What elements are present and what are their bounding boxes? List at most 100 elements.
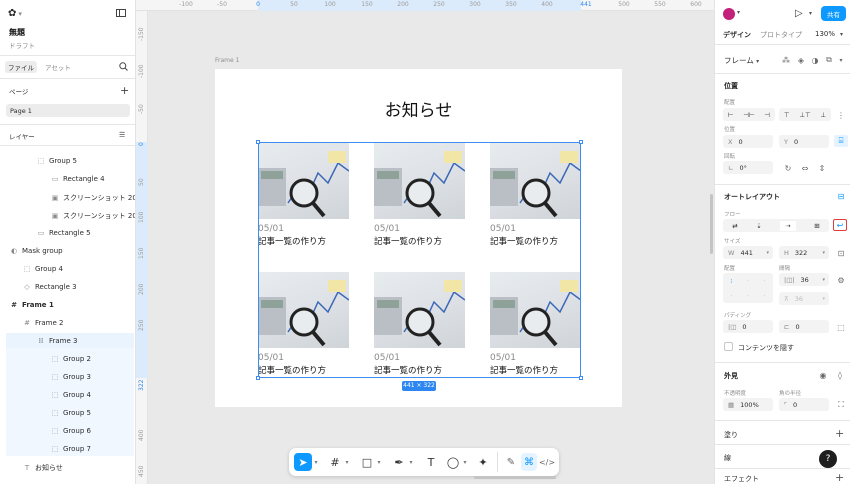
- frame-tool-icon[interactable]: #: [327, 453, 343, 471]
- vertical-scrollbar[interactable]: [710, 194, 713, 254]
- component-icon[interactable]: ⁂: [779, 54, 793, 66]
- resize-handle[interactable]: [579, 376, 583, 380]
- wrap-icon[interactable]: ↩: [833, 219, 847, 231]
- horizontal-align-group[interactable]: ⊢ ⊣⊢ ⊣: [723, 108, 775, 121]
- y-field[interactable]: Y0: [779, 135, 829, 148]
- flip-vertical-icon[interactable]: ⇕: [815, 162, 829, 174]
- individual-padding-icon[interactable]: ⬚: [834, 321, 848, 333]
- rectangle-tool-icon[interactable]: □: [359, 453, 375, 471]
- opacity-field[interactable]: ▦ 100%: [723, 398, 773, 411]
- flow-horizontal-icon[interactable]: ⇢: [780, 220, 796, 231]
- layer-row[interactable]: # Frame 2: [22, 319, 63, 327]
- chevron-down-icon[interactable]: ▾: [376, 453, 382, 471]
- flip-horizontal-icon[interactable]: ⇔: [798, 162, 812, 174]
- horizontal-scrollbar[interactable]: [474, 476, 556, 479]
- align-dot[interactable]: ·: [764, 292, 766, 300]
- avatar[interactable]: [723, 8, 735, 20]
- align-bottom-icon[interactable]: ⊥: [820, 111, 826, 119]
- advanced-layout-icon[interactable]: ⚙: [834, 274, 848, 286]
- help-button[interactable]: ?: [819, 450, 837, 468]
- chevron-down-icon[interactable]: ▾: [809, 10, 812, 17]
- figma-menu-button[interactable]: ✿ ▾: [8, 8, 22, 19]
- layer-row[interactable]: ⬚ Group 6: [50, 427, 91, 435]
- constraints-icon[interactable]: ⌸: [834, 135, 848, 147]
- mask-icon[interactable]: ◑: [808, 54, 822, 66]
- tab-design[interactable]: デザイン: [723, 30, 751, 40]
- text-tool-icon[interactable]: T: [423, 453, 439, 471]
- corner-radius-field[interactable]: ⌜ 0: [779, 398, 829, 411]
- layer-row[interactable]: # Frame 1: [9, 301, 54, 309]
- add-page-icon[interactable]: +: [120, 84, 129, 97]
- alignment-grid[interactable]: ⁝ · · · · ·: [723, 273, 773, 303]
- chevron-down-icon[interactable]: ▾: [766, 250, 769, 256]
- layer-row[interactable]: ⬚ Group 4: [50, 391, 91, 399]
- news-heading[interactable]: お知らせ: [215, 96, 622, 121]
- align-dot[interactable]: ·: [730, 292, 732, 300]
- page-item-page1[interactable]: Page 1: [6, 104, 130, 117]
- play-icon[interactable]: ▷: [795, 8, 803, 19]
- height-field[interactable]: H 322 ▾: [779, 246, 829, 259]
- layer-row[interactable]: ⬚ Group 3: [50, 373, 91, 381]
- add-effect-icon[interactable]: +: [835, 471, 844, 484]
- align-middle-icon[interactable]: ⊥⊤: [799, 111, 810, 119]
- chevron-down-icon[interactable]: ▾: [313, 453, 319, 471]
- align-top-icon[interactable]: ⊤: [784, 111, 790, 119]
- layer-row[interactable]: ⁞⁞ Frame 3: [36, 337, 78, 345]
- layer-row[interactable]: ▣ スクリーンショット 2025: [50, 211, 135, 221]
- design-mode-icon[interactable]: ⌘: [521, 453, 537, 471]
- chevron-down-icon[interactable]: ▾: [822, 250, 825, 256]
- layer-row[interactable]: ▣ スクリーンショット 2025: [50, 193, 135, 203]
- resize-handle[interactable]: [256, 140, 260, 144]
- pen-tool-icon[interactable]: ✒: [391, 453, 407, 471]
- file-name[interactable]: 無題: [9, 27, 25, 38]
- distribute-icon[interactable]: ⋮: [834, 109, 848, 121]
- align-left-icon[interactable]: ⊢: [728, 111, 734, 119]
- align-dot[interactable]: ·: [747, 292, 749, 300]
- chevron-down-icon[interactable]: ▾: [408, 453, 414, 471]
- layer-row[interactable]: ⬚ Group 5: [36, 157, 77, 165]
- rotation-field[interactable]: ∟ 0°: [723, 161, 773, 174]
- chevron-down-icon[interactable]: ▾: [822, 277, 825, 283]
- layer-row[interactable]: ◇ Rectangle 3: [22, 283, 76, 291]
- comment-tool-icon[interactable]: ◯: [445, 453, 461, 471]
- resize-handle[interactable]: [256, 376, 260, 380]
- vertical-align-group[interactable]: ⊤ ⊥⊤ ⊥: [779, 108, 831, 121]
- x-field[interactable]: X0: [723, 135, 773, 148]
- layer-row[interactable]: ⬚ Group 4: [22, 265, 63, 273]
- tab-assets[interactable]: アセット: [45, 61, 71, 73]
- resize-to-fit-icon[interactable]: ⊡: [834, 247, 848, 259]
- flow-vertical-icon[interactable]: ⇣: [756, 222, 761, 230]
- layer-row[interactable]: ▭ Rectangle 5: [36, 229, 91, 237]
- zoom-level[interactable]: 130%: [815, 30, 835, 38]
- instance-icon[interactable]: ◈: [794, 54, 808, 66]
- collapse-layers-icon[interactable]: ☰: [119, 131, 125, 139]
- individual-corners-icon[interactable]: ⛶: [834, 399, 848, 411]
- frame-label[interactable]: Frame 1: [215, 57, 239, 64]
- draw-mode-icon[interactable]: ✎: [503, 453, 519, 471]
- chevron-down-icon[interactable]: ▾: [737, 9, 740, 16]
- flow-freeform-icon[interactable]: ⇄: [732, 222, 737, 230]
- flow-grid-icon[interactable]: ⊞: [814, 222, 819, 230]
- align-dot[interactable]: ·: [747, 277, 749, 285]
- chevron-down-icon[interactable]: ▾: [344, 453, 350, 471]
- actions-tool-icon[interactable]: ✦: [475, 453, 491, 471]
- padding-vertical-field[interactable]: ⊏ 0: [779, 320, 829, 333]
- layer-row[interactable]: ◐ Mask group: [9, 247, 63, 255]
- tab-files[interactable]: ファイル: [5, 61, 37, 73]
- eye-icon[interactable]: ◉: [816, 369, 830, 381]
- frame-type-dropdown[interactable]: フレーム ▾: [724, 55, 759, 66]
- rotate-icon[interactable]: ↻: [781, 162, 795, 174]
- chevron-down-icon[interactable]: ▾: [822, 296, 825, 302]
- resize-handle[interactable]: [579, 140, 583, 144]
- dev-mode-icon[interactable]: </>: [539, 453, 555, 471]
- chevron-down-icon[interactable]: ▾: [462, 453, 468, 471]
- width-field[interactable]: W 441 ▾: [723, 246, 773, 259]
- gap-field[interactable]: |◫| 36 ▾: [779, 273, 829, 286]
- autolayout-icon[interactable]: ⊟: [834, 190, 848, 202]
- align-center-h-icon[interactable]: ⊣⊢: [743, 111, 754, 119]
- layer-row[interactable]: ⬚ Group 2: [50, 355, 91, 363]
- align-dot[interactable]: ·: [764, 277, 766, 285]
- add-fill-icon[interactable]: +: [835, 427, 844, 440]
- layer-row[interactable]: T お知らせ: [22, 463, 63, 473]
- flow-direction-group[interactable]: ⇄ ⇣ ⇢ ⊞: [723, 219, 829, 232]
